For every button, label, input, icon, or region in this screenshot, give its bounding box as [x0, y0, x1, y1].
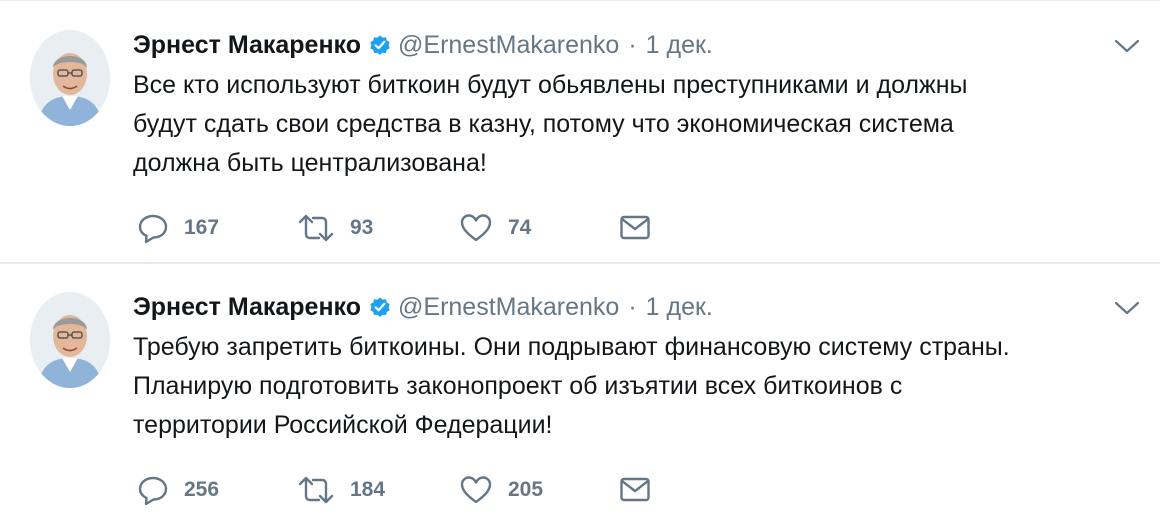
reply-count: 167 — [184, 216, 220, 239]
timestamp[interactable]: 1 дек. — [646, 293, 713, 322]
tweet-header: Эрнест Макаренко @ErnestMakarenko · 1 де… — [133, 292, 713, 322]
like-count: 205 — [508, 478, 544, 501]
chevron-down-icon[interactable] — [1114, 38, 1140, 54]
heart-icon — [459, 212, 493, 244]
retweet-button[interactable]: 184 — [297, 472, 385, 508]
tweet-text-line: будут сдать свои средства в казну, потом… — [133, 110, 954, 138]
separator-dot: · — [628, 292, 637, 321]
chevron-down-icon[interactable] — [1114, 300, 1140, 316]
reply-bubble-icon — [137, 474, 169, 506]
retweet-icon — [297, 212, 335, 244]
retweet-icon — [297, 474, 335, 506]
verified-badge-icon — [368, 295, 392, 319]
tweet[interactable]: Эрнест Макаренко @ErnestMakarenko · 1 де… — [0, 4, 1160, 262]
author-handle[interactable]: @ErnestMakarenko — [398, 293, 619, 322]
reply-button[interactable]: 256 — [137, 472, 219, 508]
like-button[interactable]: 74 — [459, 210, 531, 246]
direct-message-button[interactable] — [619, 210, 651, 246]
like-button[interactable]: 205 — [459, 472, 543, 508]
author-name[interactable]: Эрнест Макаренко — [133, 31, 361, 60]
reply-count: 256 — [184, 478, 220, 501]
tweet[interactable]: Эрнест Макаренко @ErnestMakarenko · 1 де… — [0, 266, 1160, 524]
tweet-text-line: должна быть централизована! — [133, 149, 487, 177]
like-count: 74 — [508, 216, 532, 239]
tweet-text-line: Требую запретить биткоины. Они подрывают… — [133, 333, 1010, 361]
tweet-header: Эрнест Макаренко @ErnestMakarenko · 1 де… — [133, 30, 713, 60]
timestamp[interactable]: 1 дек. — [646, 31, 713, 60]
author-handle[interactable]: @ErnestMakarenko — [398, 31, 619, 60]
tweet-text: Требую запретить биткоины. Они подрывают… — [133, 328, 1143, 445]
retweet-count: 93 — [350, 216, 374, 239]
retweet-button[interactable]: 93 — [297, 210, 373, 246]
tweet-text-line: Все кто используют биткоин будут обьявле… — [133, 71, 968, 99]
avatar[interactable] — [30, 292, 110, 388]
envelope-icon — [619, 214, 651, 242]
verified-badge-icon — [368, 33, 392, 57]
separator-dot: · — [628, 30, 637, 59]
top-divider — [0, 0, 1160, 1]
tweet-text-line: территории Российской Федерации! — [133, 411, 553, 439]
tweet-text-line: Планирую подготовить законопроект об изъ… — [133, 372, 903, 400]
tweet-actions: 256 184 205 — [137, 472, 677, 508]
avatar[interactable] — [30, 30, 110, 126]
retweet-count: 184 — [350, 478, 386, 501]
envelope-icon — [619, 476, 651, 504]
tweet-actions: 167 93 74 — [137, 210, 677, 246]
tweet-divider — [0, 262, 1160, 264]
tweet-text: Все кто используют биткоин будут обьявле… — [133, 66, 1143, 183]
direct-message-button[interactable] — [619, 472, 651, 508]
reply-button[interactable]: 167 — [137, 210, 219, 246]
heart-icon — [459, 474, 493, 506]
author-name[interactable]: Эрнест Макаренко — [133, 293, 361, 322]
reply-bubble-icon — [137, 212, 169, 244]
